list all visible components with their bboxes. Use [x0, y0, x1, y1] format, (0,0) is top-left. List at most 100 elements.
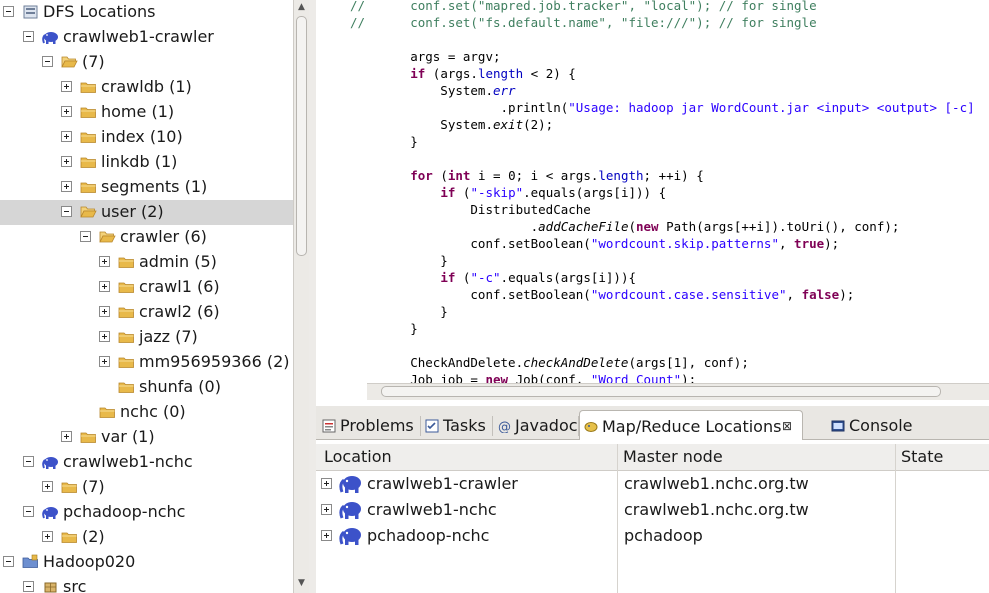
code-token: .equals(args[i])){ [500, 270, 637, 285]
tree-item-label: linkdb (1) [101, 152, 178, 171]
code-line: Job job = new Job(conf, "Word Count"); [350, 372, 696, 383]
tree-item[interactable]: user (2) [0, 200, 294, 225]
code-token: (2); [523, 117, 554, 132]
tree-item[interactable]: Hadoop020 [0, 550, 294, 575]
tab-map-reduce-locations[interactable]: Map/Reduce Locations ⊠ [579, 410, 803, 440]
expand-toggle[interactable] [99, 256, 110, 267]
tree-item[interactable]: segments (1) [0, 175, 294, 200]
elephant-icon [339, 526, 363, 550]
collapse-toggle[interactable] [3, 6, 14, 17]
tree-item[interactable]: var (1) [0, 425, 294, 450]
code-token: } [350, 253, 448, 268]
code-token: for [410, 168, 433, 183]
code-token: < 2) { [523, 66, 576, 81]
code-token: "wordcount.skip.patterns" [590, 236, 779, 251]
tree-item[interactable]: linkdb (1) [0, 150, 294, 175]
expand-toggle[interactable] [61, 156, 72, 167]
expand-toggle[interactable] [61, 131, 72, 142]
expand-toggle[interactable] [42, 531, 53, 542]
code-token: args = argv; [350, 49, 501, 64]
folder-icon [118, 329, 135, 345]
tree-item[interactable]: shunfa (0) [0, 375, 294, 400]
tree-item[interactable]: admin (5) [0, 250, 294, 275]
expand-toggle[interactable] [99, 331, 110, 342]
tree-item-label: mm956959366 (2) [139, 352, 290, 371]
tree-item[interactable]: jazz (7) [0, 325, 294, 350]
expand-toggle[interactable] [321, 504, 332, 515]
tree-item[interactable]: crawl2 (6) [0, 300, 294, 325]
tree-item[interactable]: crawlweb1-crawler [0, 25, 294, 50]
tree-item-label: DFS Locations [43, 2, 156, 21]
cell-location: crawlweb1-crawler [367, 474, 518, 493]
package-icon [42, 579, 59, 593]
table-row[interactable]: crawlweb1-crawler crawlweb1.nchc.org.tw [316, 471, 989, 497]
tree-item[interactable]: mm956959366 (2) [0, 350, 294, 375]
collapse-toggle[interactable] [3, 556, 14, 567]
tree-item-label: Hadoop020 [43, 552, 136, 571]
table-row[interactable]: pchadoop-nchc pchadoop [316, 523, 989, 549]
column-header-state[interactable]: State [901, 447, 943, 466]
tree-item-label: crawl2 (6) [139, 302, 220, 321]
tree-item[interactable]: (2) [0, 525, 294, 550]
code-token: ; ++i) { [643, 168, 704, 183]
tree-vertical-scrollbar[interactable]: ▲ ▼ [293, 0, 309, 593]
expand-toggle[interactable] [99, 281, 110, 292]
expand-toggle[interactable] [99, 306, 110, 317]
tree-item-label: nchc (0) [120, 402, 186, 421]
tab-problems[interactable]: Problems [318, 410, 421, 440]
tree-item[interactable]: nchc (0) [0, 400, 294, 425]
folder-open-icon [61, 54, 78, 70]
panel-divider[interactable] [309, 0, 316, 593]
column-header-master-node[interactable]: Master node [623, 447, 723, 466]
code-editor[interactable]: // conf.set("mapred.job.tracker", "local… [316, 0, 989, 383]
hscroll-thumb[interactable] [381, 386, 941, 397]
tree-item[interactable]: crawlweb1-nchc [0, 450, 294, 475]
expand-toggle[interactable] [42, 481, 53, 492]
tree-item[interactable]: crawler (6) [0, 225, 294, 250]
folder-icon [118, 254, 135, 270]
expand-toggle[interactable] [321, 478, 332, 489]
collapse-toggle[interactable] [42, 56, 53, 67]
close-tab-icon[interactable]: ⊠ [782, 419, 792, 433]
tree-item[interactable]: pchadoop-nchc [0, 500, 294, 525]
expand-toggle[interactable] [61, 431, 72, 442]
expand-toggle[interactable] [61, 181, 72, 192]
code-token: int [447, 168, 471, 183]
expand-toggle[interactable] [61, 106, 72, 117]
collapse-toggle[interactable] [61, 206, 72, 217]
elephant-icon [339, 474, 363, 498]
collapse-toggle[interactable] [23, 506, 34, 517]
expand-toggle[interactable] [61, 81, 72, 92]
tree-item[interactable]: home (1) [0, 100, 294, 125]
code-token: "-skip" [470, 185, 524, 200]
tab-console[interactable]: Console [827, 410, 927, 440]
tree-item[interactable]: crawldb (1) [0, 75, 294, 100]
tree-item[interactable]: crawl1 (6) [0, 275, 294, 300]
tree-item[interactable]: (7) [0, 475, 294, 500]
code-token: i = 0; i < args. [470, 168, 599, 183]
tab-javadoc[interactable]: @ Javadoc [493, 410, 578, 440]
scroll-up-arrow[interactable]: ▲ [294, 0, 309, 14]
tree-item[interactable]: (7) [0, 50, 294, 75]
tab-label: Javadoc [515, 416, 578, 435]
collapse-toggle[interactable] [23, 456, 34, 467]
folder-icon [80, 104, 97, 120]
expand-toggle[interactable] [321, 530, 332, 541]
scroll-thumb[interactable] [296, 16, 307, 256]
table-row[interactable]: crawlweb1-nchc crawlweb1.nchc.org.tw [316, 497, 989, 523]
tree-item[interactable]: src [0, 575, 294, 593]
editor-horizontal-scrollbar[interactable] [367, 383, 989, 400]
code-line: if (args.length < 2) { [350, 66, 576, 83]
collapse-toggle[interactable] [23, 31, 34, 42]
expand-toggle[interactable] [99, 356, 110, 367]
tab-tasks[interactable]: Tasks [421, 410, 491, 440]
tree-item[interactable]: DFS Locations [0, 0, 294, 25]
tree-item-label: crawldb (1) [101, 77, 192, 96]
tree-item[interactable]: index (10) [0, 125, 294, 150]
folder-icon [80, 129, 97, 145]
column-header-location[interactable]: Location [324, 447, 392, 466]
collapse-toggle[interactable] [23, 581, 34, 592]
collapse-toggle[interactable] [80, 231, 91, 242]
scroll-down-arrow[interactable]: ▼ [294, 576, 309, 590]
